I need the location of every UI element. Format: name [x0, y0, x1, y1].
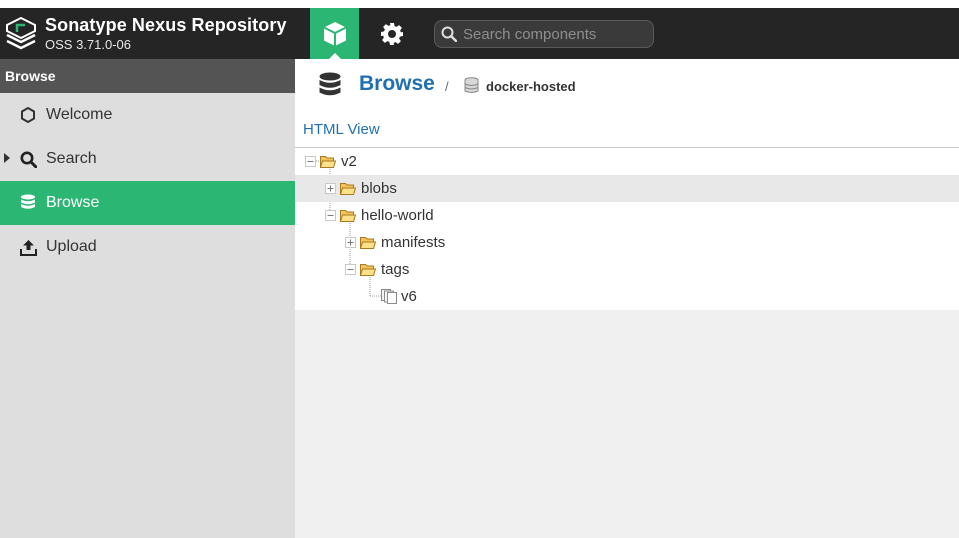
- expand-caret-icon[interactable]: [4, 153, 10, 163]
- html-view-link[interactable]: HTML View: [303, 121, 380, 138]
- breadcrumb-separator: /: [445, 79, 449, 94]
- app-version: OSS 3.71.0-06: [45, 37, 131, 52]
- folder-open-icon: [340, 210, 356, 222]
- sidebar-item-label: Browse: [46, 194, 100, 211]
- tree-node-v6[interactable]: v6: [295, 283, 959, 310]
- brand[interactable]: Sonatype Nexus Repository OSS 3.71.0-06: [6, 8, 287, 59]
- gear-icon: [380, 22, 403, 45]
- sidebar: Browse Welcome Search Browse Upload: [0, 59, 295, 538]
- collapse-toggle-icon[interactable]: [325, 210, 336, 221]
- search-icon: [441, 26, 457, 42]
- sidebar-item-label: Welcome: [46, 106, 113, 123]
- breadcrumb-repository: docker-hosted: [486, 79, 576, 94]
- tree-node-hello-world[interactable]: hello-world: [295, 202, 959, 229]
- component-tree: v2 blobs hello-world manifests tags v6: [295, 148, 959, 310]
- tree-node-label: v6: [401, 288, 417, 305]
- expand-toggle-icon[interactable]: [325, 183, 336, 194]
- sidebar-item-upload[interactable]: Upload: [0, 225, 295, 269]
- tree-node-manifests[interactable]: manifests: [295, 229, 959, 256]
- collapse-toggle-icon[interactable]: [305, 156, 316, 167]
- search-icon: [19, 150, 37, 168]
- search-input[interactable]: [463, 25, 648, 43]
- folder-open-icon: [360, 264, 376, 276]
- folder-open-icon: [360, 237, 376, 249]
- repository-icon: [464, 77, 479, 93]
- tree-node-v2[interactable]: v2: [295, 148, 959, 175]
- database-icon: [19, 194, 37, 212]
- collapse-toggle-icon[interactable]: [345, 264, 356, 275]
- tree-node-label: tags: [381, 261, 410, 278]
- browse-mode-button[interactable]: [310, 8, 359, 59]
- html-view-bar: HTML View: [295, 113, 959, 148]
- database-icon: [319, 72, 341, 96]
- sidebar-item-browse[interactable]: Browse: [0, 181, 295, 225]
- search-box[interactable]: [434, 20, 654, 48]
- cube-icon: [323, 21, 346, 46]
- page-title[interactable]: Browse: [359, 72, 435, 96]
- app-title: Sonatype Nexus Repository: [45, 15, 287, 35]
- folder-open-icon: [340, 183, 356, 195]
- tree-node-label: v2: [341, 153, 357, 170]
- top-header: Sonatype Nexus Repository OSS 3.71.0-06: [0, 0, 959, 59]
- tree-node-label: hello-world: [361, 207, 434, 224]
- tree-node-tags[interactable]: tags: [295, 256, 959, 283]
- hexagon-icon: [19, 106, 37, 124]
- sidebar-header: Browse: [0, 59, 295, 93]
- sidebar-item-search[interactable]: Search: [0, 137, 295, 181]
- tree-node-label: blobs: [361, 180, 397, 197]
- expand-toggle-icon[interactable]: [345, 237, 356, 248]
- sonatype-logo-icon: [6, 16, 36, 49]
- tree-node-blobs[interactable]: blobs: [295, 175, 959, 202]
- breadcrumb: Browse / docker-hosted: [295, 59, 959, 113]
- tree-node-label: manifests: [381, 234, 446, 251]
- admin-mode-button[interactable]: [367, 8, 416, 59]
- sidebar-item-label: Search: [46, 150, 97, 167]
- component-file-icon: [381, 289, 397, 304]
- upload-icon: [19, 238, 37, 256]
- folder-open-icon: [320, 156, 336, 168]
- sidebar-item-welcome[interactable]: Welcome: [0, 93, 295, 137]
- main-panel: Browse / docker-hosted HTML View v2 blob…: [295, 59, 959, 538]
- sidebar-item-label: Upload: [46, 238, 97, 255]
